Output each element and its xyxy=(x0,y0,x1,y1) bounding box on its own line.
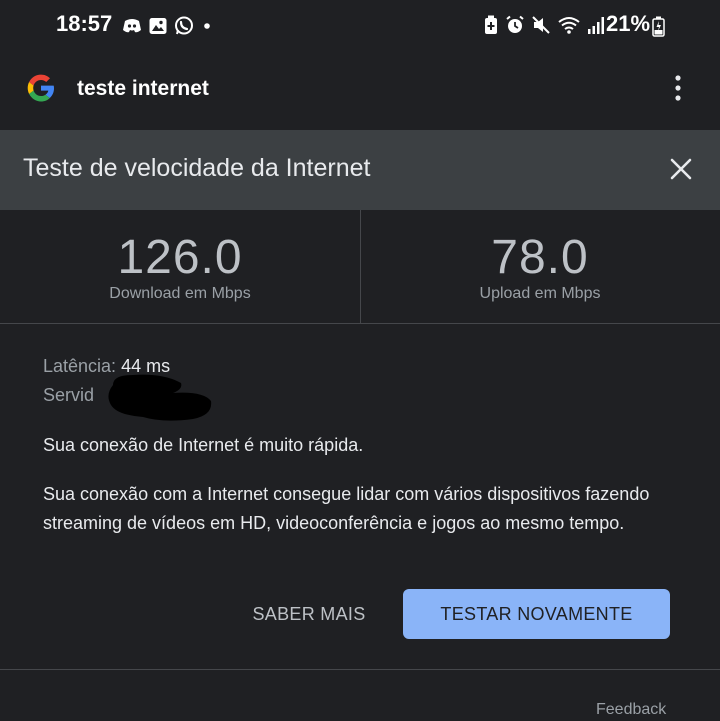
speed-description: Sua conexão com a Internet consegue lida… xyxy=(43,484,650,533)
battery-charging-icon xyxy=(652,16,665,37)
retest-button[interactable]: TESTAR NOVAMENTE xyxy=(403,589,670,639)
speedtest-title: Teste de velocidade da Internet xyxy=(23,154,371,182)
battery-percent: 21% xyxy=(606,11,651,36)
learn-more-button[interactable]: SABER MAIS xyxy=(236,590,382,638)
status-time: 18:57 xyxy=(56,11,113,36)
speed-verdict: Sua conexão de Internet é muito rápida. xyxy=(43,435,364,455)
more-options-icon[interactable] xyxy=(666,72,690,104)
close-icon[interactable] xyxy=(667,155,695,183)
download-label: Download em Mbps xyxy=(109,285,251,302)
speed-results: 126.0 Download em Mbps 78.0 Upload em Mb… xyxy=(0,210,720,324)
server-label: Servid xyxy=(43,385,95,405)
dot-icon xyxy=(200,16,214,36)
search-header: teste internet xyxy=(0,52,720,130)
mute-icon xyxy=(531,15,551,35)
download-value: 126.0 xyxy=(117,231,243,284)
battery-saver-icon xyxy=(483,15,499,35)
alarm-icon xyxy=(505,15,525,35)
whatsapp-icon xyxy=(174,16,194,36)
feedback-link[interactable]: Feedback xyxy=(596,701,666,719)
redaction-scribble xyxy=(103,367,213,423)
download-result: 126.0 Download em Mbps xyxy=(0,210,360,323)
system-icons xyxy=(483,14,605,36)
discord-icon xyxy=(122,16,142,36)
upload-label: Upload em Mbps xyxy=(479,285,601,302)
google-logo-icon[interactable] xyxy=(25,72,57,104)
upload-value: 78.0 xyxy=(491,231,589,284)
notification-icons xyxy=(122,15,214,37)
signal-icon xyxy=(587,15,605,35)
test-details: Latência: 44 ms Servid xyxy=(43,354,683,421)
wifi-icon xyxy=(557,15,581,35)
speedtest-title-bar: Teste de velocidade da Internet xyxy=(0,130,720,210)
footer-divider xyxy=(0,669,720,670)
gallery-icon xyxy=(148,16,168,36)
search-query[interactable]: teste internet xyxy=(77,77,209,101)
status-bar: 18:57 21% xyxy=(0,0,720,52)
upload-result: 78.0 Upload em Mbps xyxy=(360,210,720,323)
